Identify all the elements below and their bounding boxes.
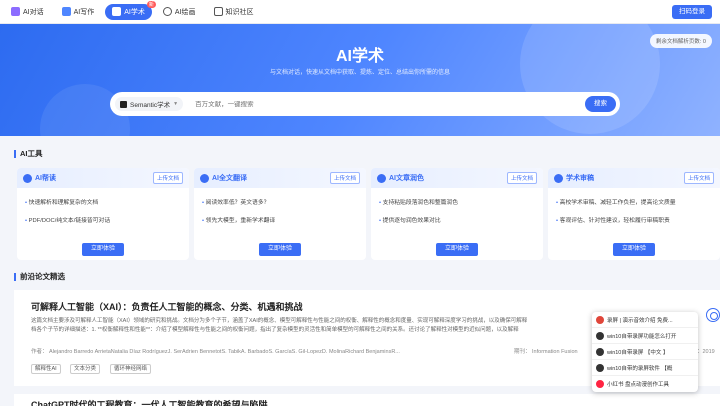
tab-knowledge-community[interactable]: 知识社区 — [207, 4, 261, 20]
tab-label: AI写作 — [73, 8, 95, 16]
search-bar: Semantic学术 ▼ 搜索 — [110, 92, 620, 116]
tab-ai-academic[interactable]: AI学术 新 — [105, 0, 156, 20]
suggestion-item[interactable]: win10自带录屏功能怎么打开 — [592, 328, 698, 344]
chevron-down-icon: ▼ — [173, 101, 179, 107]
polish-icon — [377, 173, 386, 183]
suggestion-item[interactable]: 录屏 | 演示音效介绍 免费... — [592, 312, 698, 328]
suggestion-item[interactable]: win10自带的录屏软件 【概 — [592, 360, 698, 376]
review-icon — [554, 173, 563, 183]
tab-ai-writing[interactable]: AI写作 — [55, 4, 102, 20]
search-button[interactable]: 搜索 — [585, 96, 616, 112]
upload-button[interactable]: 上传文档 — [329, 172, 360, 184]
paper-authors: 作者： Alejandro Barredo ArrietaNatalia Día… — [31, 349, 400, 355]
try-button[interactable]: 立即体验 — [612, 243, 656, 256]
suggestion-text: 录屏 | 演示音效介绍 免费... — [607, 317, 673, 324]
card-header: AI文章润色 上传文档 — [371, 168, 543, 188]
try-button[interactable]: 立即体验 — [435, 243, 479, 256]
suggestion-text: win10自带录屏功能怎么打开 — [607, 333, 677, 340]
card-header: AI帮读 上传文档 — [17, 168, 189, 188]
card-feature: 客观评估、针对性建议，轻松履行审稿职责 — [556, 215, 720, 224]
video-icon — [596, 347, 604, 356]
writing-icon — [61, 7, 71, 16]
tab-ai-chat[interactable]: AI对话 — [4, 4, 51, 20]
login-button[interactable]: 扫码登录 — [672, 5, 712, 19]
read-icon — [23, 173, 32, 183]
paper-abstract: 这篇文档主要涉及可解释人工智能（XAI）领域的研究和挑战。文档分为多个子节，涵盖… — [31, 318, 528, 324]
card-feature: PDF/DOC/纯文本/链接皆可对话 — [25, 215, 189, 224]
paper-title[interactable]: ChatGPT时代的工程教育：一代人工智能教育的希望与陷阱 — [31, 398, 268, 406]
tool-card-ai-polish: AI文章润色 上传文档 支持粘贴段落润色和整篇润色 提供逐句润色效果对比 立即体… — [371, 168, 543, 260]
tool-card-ai-translate: AI全文翻译 上传文档 阅读效率低？英文语多？ 领先大模型，重新学术翻译 立即体… — [194, 168, 366, 260]
video-icon — [596, 363, 604, 372]
suggestion-text: win10自带录屏 【中文 】 — [607, 349, 669, 356]
upload-button[interactable]: 上传文档 — [683, 172, 714, 184]
tool-card-academic-review: 学术审稿 上传文档 高校学术审稿、减轻工作负担，提高论文质量 客观评估、针对性建… — [548, 168, 720, 260]
card-feature: 领先大模型，重新学术翻译 — [202, 215, 366, 224]
section-title-tools: AI工具 — [14, 150, 43, 158]
try-button[interactable]: 立即体验 — [258, 243, 302, 256]
card-title: AI文章润色 — [389, 175, 424, 182]
suggestion-popup: 录屏 | 演示音效介绍 免费... win10自带录屏功能怎么打开 win10自… — [592, 312, 698, 392]
tool-card-ai-read: AI帮读 上传文档 快速解析和理解复杂的文档 PDF/DOC/纯文本/链接皆可对… — [17, 168, 189, 260]
video-icon — [596, 331, 604, 340]
card-feature: 阅读效率低？英文语多？ — [202, 197, 366, 206]
video-icon — [596, 315, 604, 324]
card-title: 学术审稿 — [566, 175, 594, 182]
paper-tag[interactable]: 循环神经网络 — [110, 364, 152, 374]
page-subtitle: 与文档对话，快速从文档中获取、提炼、定位、总结出你所需的信息 — [269, 70, 450, 76]
section-title-papers: 前沿论文精选 — [14, 273, 65, 281]
suggestion-item[interactable]: win10自带录屏 【中文 】 — [592, 344, 698, 360]
engine-label: Semantic学术 — [130, 102, 171, 109]
xiaohongshu-icon — [596, 380, 604, 388]
tab-label: AI对话 — [23, 8, 44, 16]
card-feature: 高校学术审稿、减轻工作负担，提高论文质量 — [556, 197, 720, 206]
suggestion-item[interactable]: 小红书 盘点动漫创作工具 — [592, 376, 698, 392]
academic-icon — [112, 7, 122, 16]
translate-icon — [200, 173, 209, 183]
suggestion-text: win10自带的录屏软件 【概 — [607, 365, 673, 372]
card-title: AI帮读 — [35, 175, 56, 182]
community-icon — [213, 7, 223, 16]
semantic-logo-icon — [120, 100, 127, 108]
new-badge: 新 — [146, 0, 156, 8]
card-title: AI全文翻译 — [212, 175, 247, 182]
floating-assistant-icon[interactable] — [706, 308, 720, 322]
paper-abstract: 档各个子节的详细描述：1. **权衡解释性和性能**：介绍了模型解释性与性能之间… — [31, 327, 519, 333]
card-feature: 支持粘贴段落润色和整篇润色 — [379, 197, 543, 206]
tab-label: AI绘画 — [174, 8, 196, 16]
tab-label: 知识社区 — [225, 8, 254, 16]
card-header: AI全文翻译 上传文档 — [194, 168, 366, 188]
tab-ai-painting[interactable]: AI绘画 — [156, 4, 203, 20]
top-nav: AI对话 AI写作 AI学术 新 AI绘画 知识社区 扫码登录 — [0, 0, 720, 24]
paper-tag[interactable]: 解释性AI — [31, 364, 61, 374]
paper-journal: 期刊： Information Fusion — [514, 349, 578, 355]
card-feature: 快速解析和理解复杂的文档 — [25, 197, 189, 206]
page-title: AI学术 — [335, 48, 384, 65]
upload-button[interactable]: 上传文档 — [506, 172, 537, 184]
card-header: 学术审稿 上传文档 — [548, 168, 720, 188]
decor-circle — [520, 24, 660, 134]
palette-icon — [162, 7, 172, 16]
card-feature: 提供逐句润色效果对比 — [379, 215, 543, 224]
paper-title[interactable]: 可解释人工智能（XAI）：负责任人工智能的概念、分类、机遇和挑战 — [31, 300, 303, 313]
try-button[interactable]: 立即体验 — [81, 243, 125, 256]
search-engine-select[interactable]: Semantic学术 ▼ — [115, 97, 184, 111]
chat-icon — [11, 7, 20, 16]
upload-button[interactable]: 上传文档 — [152, 172, 183, 184]
search-input[interactable] — [195, 100, 585, 108]
tab-label: AI学术 — [124, 8, 145, 16]
suggestion-text: 小红书 盘点动漫创作工具 — [607, 382, 670, 388]
paper-tag[interactable]: 文本分类 — [70, 364, 101, 374]
hero-banner: 剩余文档解析页数: 0 AI学术 与文档对话，快速从文档中获取、提炼、定位、总结… — [0, 24, 720, 136]
